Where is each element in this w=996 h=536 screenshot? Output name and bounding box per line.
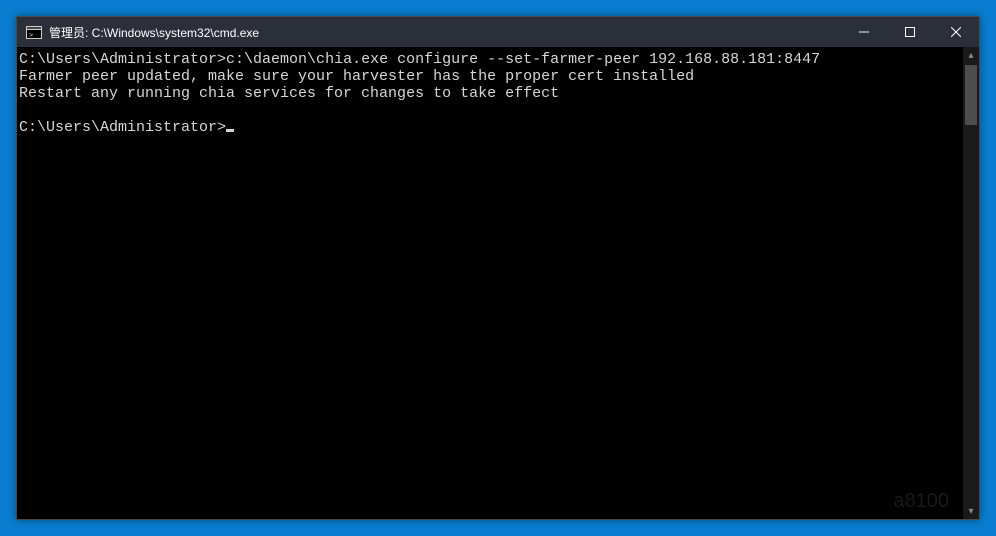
svg-text:>_: >_: [29, 31, 38, 39]
cursor: [226, 129, 234, 132]
prompt: C:\Users\Administrator>: [19, 119, 226, 136]
scrollbar-thumb[interactable]: [965, 65, 977, 125]
cmd-icon: >_: [25, 24, 43, 40]
scroll-up-icon[interactable]: ▴: [963, 47, 979, 63]
minimize-button[interactable]: [841, 17, 887, 47]
terminal-area: C:\Users\Administrator>c:\daemon\chia.ex…: [17, 47, 979, 519]
terminal-line: Farmer peer updated, make sure your harv…: [19, 68, 961, 85]
window-title: 管理员: C:\Windows\system32\cmd.exe: [49, 24, 259, 41]
output-text: [19, 102, 28, 119]
close-button[interactable]: [933, 17, 979, 47]
scrollbar[interactable]: ▴ ▾: [963, 47, 979, 519]
cmd-window: >_ 管理员: C:\Windows\system32\cmd.exe C:\U…: [16, 16, 980, 520]
titlebar[interactable]: >_ 管理员: C:\Windows\system32\cmd.exe: [17, 17, 979, 47]
terminal-line: C:\Users\Administrator>c:\daemon\chia.ex…: [19, 51, 961, 68]
terminal-output[interactable]: C:\Users\Administrator>c:\daemon\chia.ex…: [17, 47, 963, 519]
output-text: Farmer peer updated, make sure your harv…: [19, 68, 694, 85]
terminal-line: C:\Users\Administrator>: [19, 119, 961, 136]
output-text: Restart any running chia services for ch…: [19, 85, 559, 102]
maximize-button[interactable]: [887, 17, 933, 47]
terminal-line: [19, 102, 961, 119]
prompt: C:\Users\Administrator>: [19, 51, 226, 68]
command-text: c:\daemon\chia.exe configure --set-farme…: [226, 51, 820, 68]
terminal-line: Restart any running chia services for ch…: [19, 85, 961, 102]
scroll-down-icon[interactable]: ▾: [963, 503, 979, 519]
